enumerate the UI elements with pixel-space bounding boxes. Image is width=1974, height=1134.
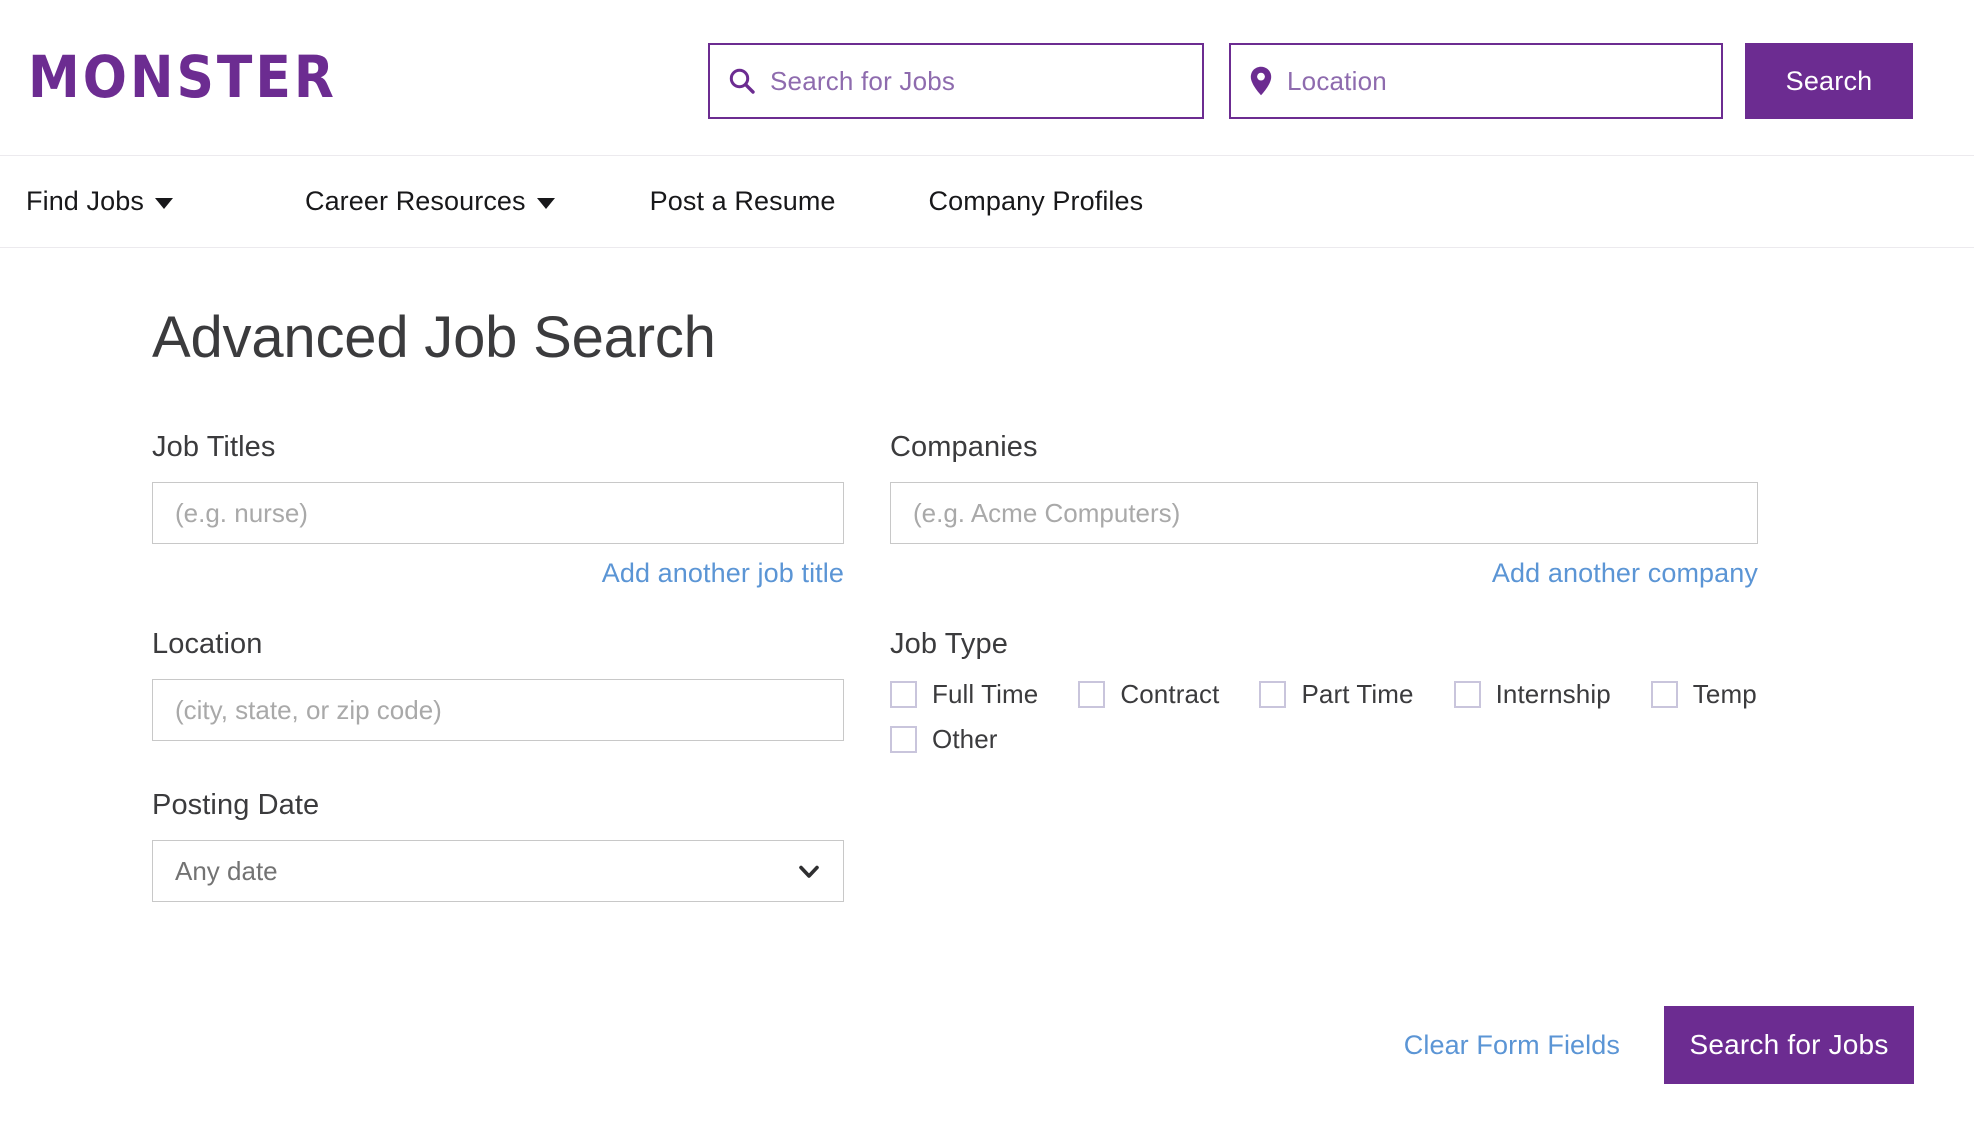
nav-item-post-a-resume[interactable]: Post a Resume — [650, 186, 836, 217]
monster-logo[interactable]: MONSTER — [26, 48, 337, 106]
header-job-search-placeholder: Search for Jobs — [770, 65, 956, 96]
posting-date-select-wrapper: Any date — [152, 840, 844, 902]
job-type-group: Job Type Full Time Contract Part Time In… — [890, 628, 1758, 755]
chevron-down-icon — [154, 198, 173, 209]
job-type-option-label: Part Time — [1301, 679, 1414, 709]
job-titles-group: Job Titles Add another job title — [152, 431, 890, 589]
add-company-row: Add another company — [890, 558, 1758, 589]
job-type-option-full-time[interactable]: Full Time — [890, 679, 1038, 710]
main-navigation: Find Jobs Career Resources Post a Resume… — [0, 156, 1974, 248]
nav-item-find-jobs[interactable]: Find Jobs — [26, 186, 173, 217]
checkbox-icon[interactable] — [1078, 681, 1106, 708]
search-icon — [728, 67, 756, 95]
companies-group: Companies Add another company — [890, 431, 1758, 589]
location-label: Location — [152, 628, 263, 660]
site-header: MONSTER Search for Jobs Location Search — [0, 0, 1974, 156]
job-titles-label: Job Titles — [152, 431, 276, 463]
header-location-placeholder: Location — [1287, 65, 1387, 96]
job-type-option-part-time[interactable]: Part Time — [1259, 679, 1413, 710]
job-type-option-label: Contract — [1120, 679, 1220, 709]
header-search-group: Search for Jobs Location Search — [708, 43, 1913, 119]
job-type-option-label: Temp — [1692, 679, 1757, 709]
header-job-search-field[interactable]: Search for Jobs — [708, 43, 1204, 119]
job-type-row: Other — [890, 724, 1758, 755]
nav-item-company-profiles[interactable]: Company Profiles — [929, 186, 1144, 217]
nav-item-label: Find Jobs — [26, 186, 144, 216]
checkbox-icon[interactable] — [890, 681, 917, 708]
posting-date-label: Posting Date — [152, 789, 320, 821]
job-type-row: Full Time Contract Part Time Internship … — [890, 679, 1758, 710]
location-pin-icon — [1249, 66, 1273, 96]
job-type-label: Job Type — [890, 628, 1008, 660]
checkbox-icon[interactable] — [1259, 681, 1287, 708]
page-title: Advanced Job Search — [152, 305, 716, 370]
add-job-title-row: Add another job title — [152, 558, 844, 589]
header-location-field[interactable]: Location — [1229, 43, 1723, 119]
checkbox-icon[interactable] — [1453, 681, 1481, 708]
checkbox-icon[interactable] — [1650, 681, 1678, 708]
main-content: Advanced Job Search Job Titles Add anoth… — [0, 304, 1974, 1084]
nav-item-career-resources[interactable]: Career Resources — [305, 186, 555, 217]
nav-item-label: Post a Resume — [649, 186, 836, 216]
job-type-option-contract[interactable]: Contract — [1078, 679, 1219, 710]
search-for-jobs-button[interactable]: Search for Jobs — [1664, 1006, 1914, 1084]
checkbox-icon[interactable] — [890, 726, 917, 753]
add-another-company-link[interactable]: Add another company — [1492, 558, 1758, 588]
nav-item-label: Company Profiles — [928, 186, 1144, 216]
form-column-left: Job Titles Add another job title Locatio… — [152, 431, 890, 902]
companies-input[interactable] — [890, 482, 1758, 544]
job-titles-input[interactable] — [152, 482, 844, 544]
nav-item-label: Career Resources — [304, 186, 526, 216]
job-type-option-other[interactable]: Other — [890, 724, 998, 755]
clear-form-fields-link[interactable]: Clear Form Fields — [1404, 1030, 1620, 1061]
job-type-option-temp[interactable]: Temp — [1650, 679, 1757, 710]
job-type-option-label: Other — [932, 724, 998, 754]
companies-label: Companies — [890, 431, 1038, 463]
chevron-down-icon — [536, 198, 555, 209]
job-type-option-label: Full Time — [932, 679, 1039, 709]
posting-date-group: Posting Date Any date — [152, 789, 890, 902]
form-actions: Clear Form Fields Search for Jobs — [152, 1006, 1974, 1084]
add-another-job-title-link[interactable]: Add another job title — [602, 558, 844, 588]
location-input[interactable] — [152, 679, 844, 741]
job-type-options: Full Time Contract Part Time Internship … — [890, 679, 1758, 755]
advanced-search-form: Job Titles Add another job title Locatio… — [152, 431, 1974, 902]
location-group: Location — [152, 628, 890, 741]
job-type-option-internship[interactable]: Internship — [1453, 679, 1611, 710]
header-search-button[interactable]: Search — [1745, 43, 1913, 119]
form-column-right: Companies Add another company Job Type F… — [890, 431, 1758, 902]
posting-date-select[interactable]: Any date — [152, 840, 844, 902]
job-type-option-label: Internship — [1495, 679, 1611, 709]
posting-date-selected-value: Any date — [175, 855, 278, 886]
